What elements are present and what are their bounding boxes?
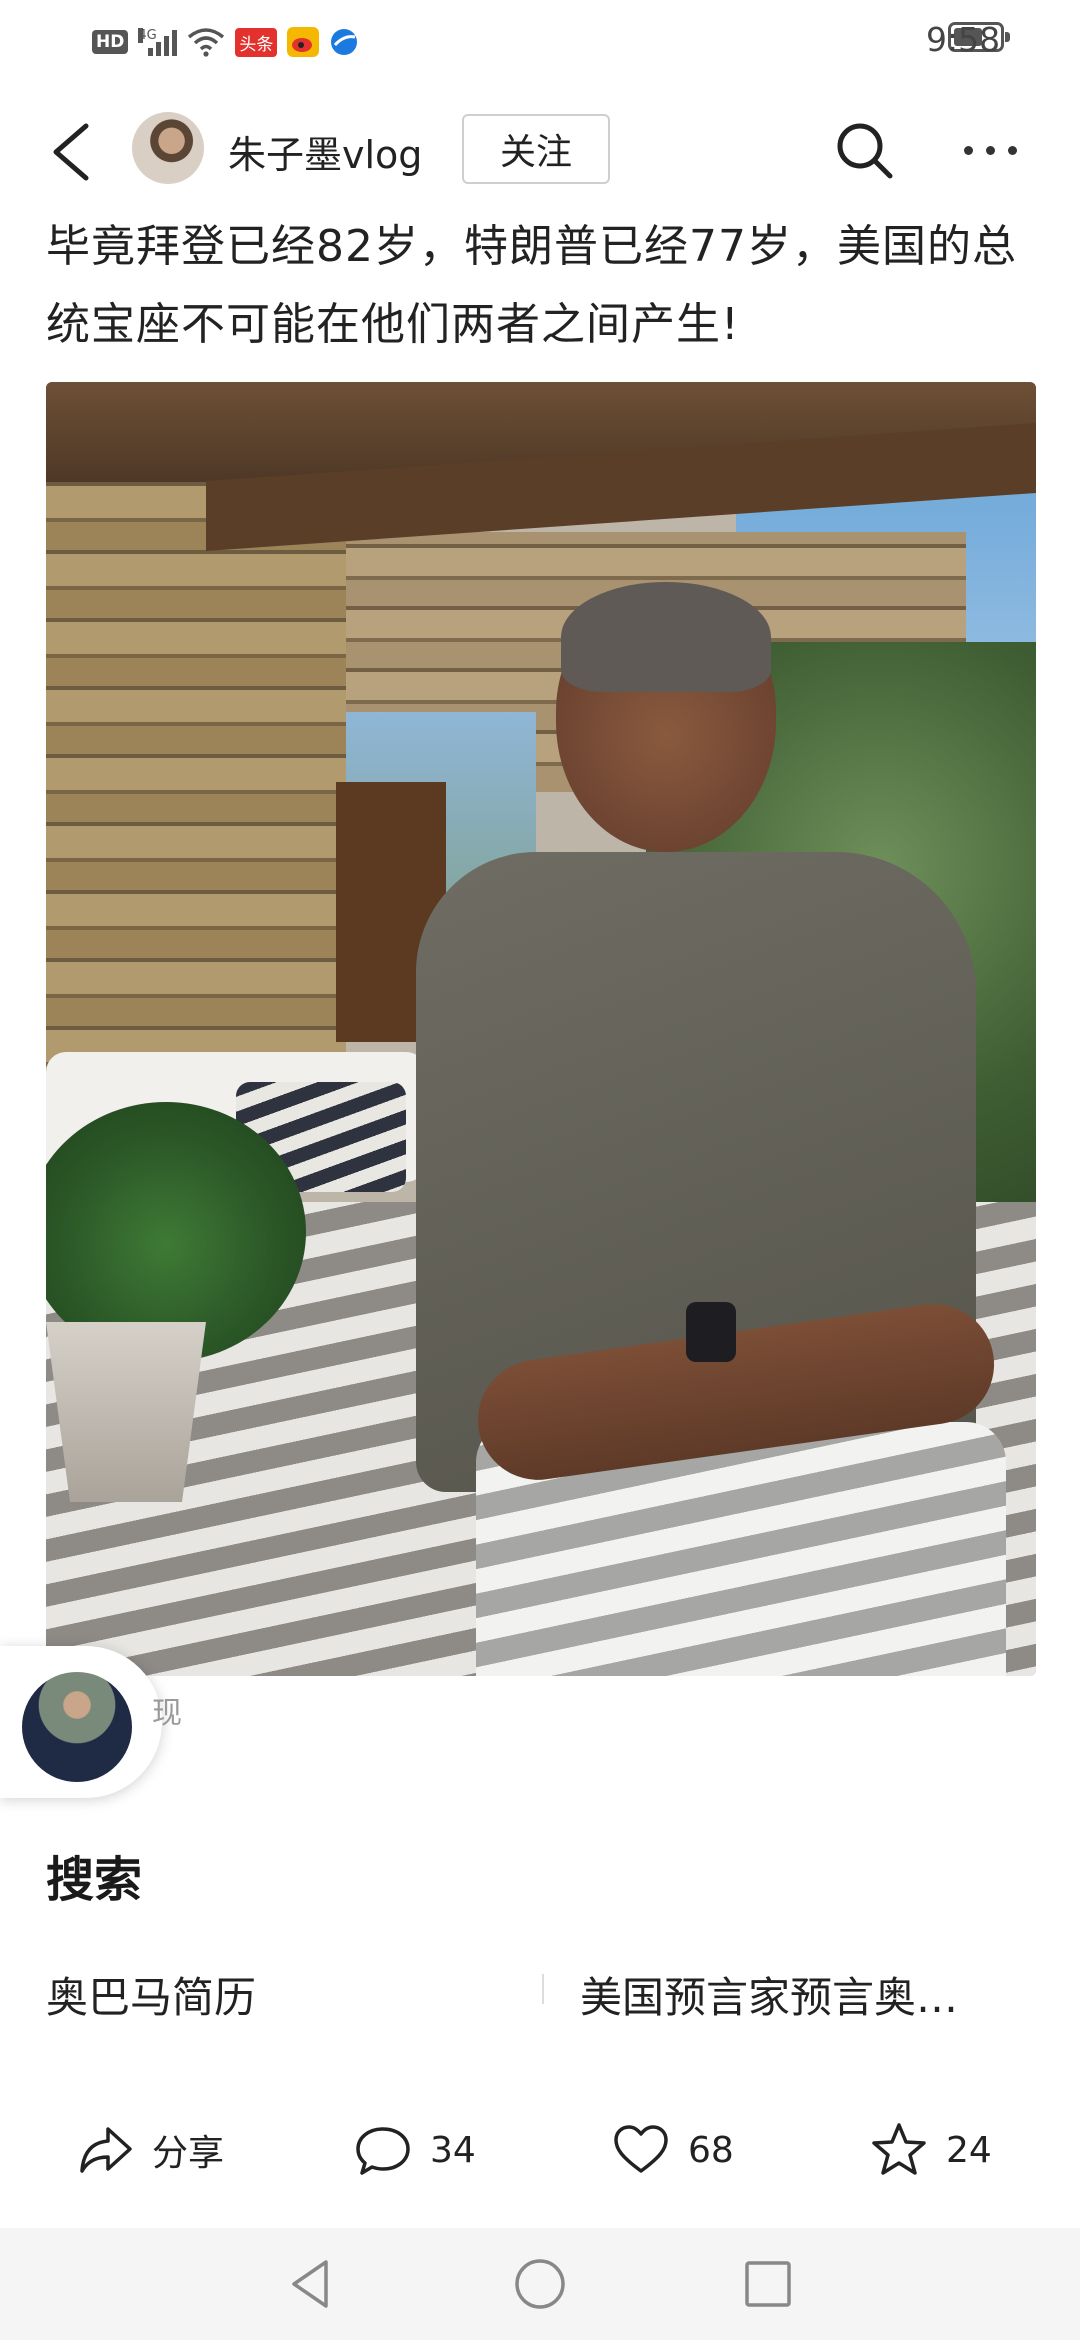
photo-pot xyxy=(46,1322,206,1502)
browser-app-icon xyxy=(331,29,358,55)
suggestion-divider xyxy=(542,1974,544,2004)
nav-back-icon[interactable] xyxy=(282,2254,342,2314)
status-bar: HD 4G 头条 9:58 xyxy=(0,0,1080,86)
photo-person-hair xyxy=(561,582,771,692)
comment-icon xyxy=(356,2127,410,2175)
hd-indicator: HD xyxy=(92,30,129,54)
star-icon xyxy=(872,2123,926,2175)
cellular-signal-icon: 4G xyxy=(138,28,178,56)
share-button[interactable]: 分享 xyxy=(76,2118,224,2182)
comment-count: 34 xyxy=(430,2129,476,2171)
search-suggestion[interactable]: 美国预言家预言奥… xyxy=(580,1964,1020,2025)
post-photo[interactable] xyxy=(46,382,1036,1676)
search-icon[interactable] xyxy=(832,118,896,182)
clock: 9:58 xyxy=(926,20,1001,59)
nav-recents-icon[interactable] xyxy=(738,2254,798,2314)
floating-avatar[interactable] xyxy=(22,1672,132,1782)
like-button[interactable]: 68 xyxy=(612,2118,734,2182)
wifi-icon xyxy=(188,28,225,57)
share-icon xyxy=(80,2127,132,2173)
post-title: 毕竟拜登已经82岁，特朗普已经77岁，美国的总统宝座不可能在他们两者之间产生! xyxy=(46,221,1017,350)
author-avatar[interactable] xyxy=(132,112,204,184)
follow-button[interactable]: 关注 xyxy=(462,114,610,184)
status-icons: HD 4G 头条 xyxy=(92,22,359,62)
toutiao-app-icon: 头条 xyxy=(235,27,278,57)
search-section-heading: 搜索 xyxy=(46,1852,143,1908)
author-name[interactable]: 朱子墨vlog xyxy=(228,124,422,179)
like-count: 68 xyxy=(688,2129,734,2171)
back-arrow-icon[interactable] xyxy=(48,122,94,182)
heart-icon xyxy=(614,2125,668,2173)
more-icon[interactable] xyxy=(964,138,1028,162)
network-type: 4G xyxy=(138,28,157,43)
favorite-button[interactable]: 24 xyxy=(870,2118,992,2182)
photo-watch xyxy=(686,1302,736,1362)
share-label: 分享 xyxy=(152,2133,225,2174)
nav-home-icon[interactable] xyxy=(510,2254,570,2314)
partial-label: 现 xyxy=(152,1696,182,1731)
favorite-count: 24 xyxy=(946,2129,992,2171)
weibo-app-icon xyxy=(287,27,320,57)
search-suggestion[interactable]: 奥巴马简历 xyxy=(46,1964,256,2025)
comment-button[interactable]: 34 xyxy=(354,2118,476,2182)
